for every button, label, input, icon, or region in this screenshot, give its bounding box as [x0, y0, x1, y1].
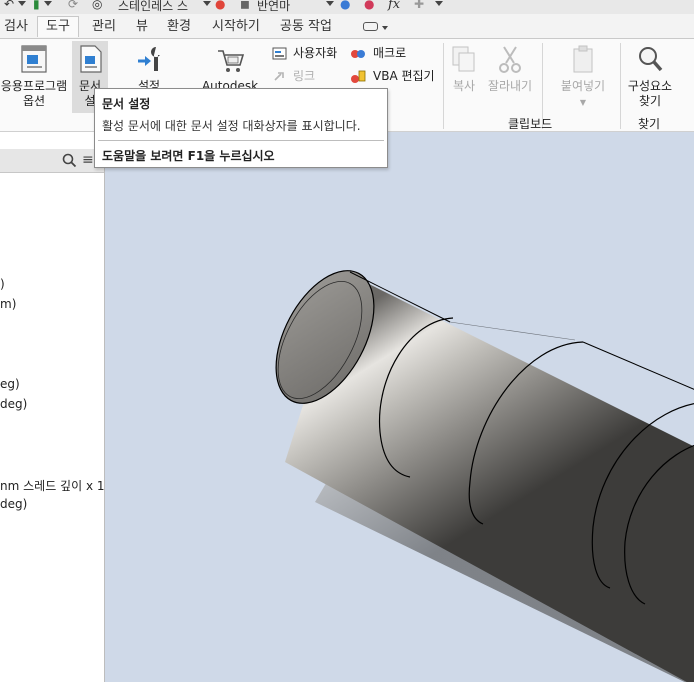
material-dropdown-icon[interactable]	[203, 1, 211, 6]
tooltip-help-text: 도움말을 보려면 F1을 누르십시오	[102, 149, 275, 163]
tab-collaborate[interactable]: 공동 작업	[272, 17, 340, 38]
appearance-select[interactable]: 반연마	[257, 0, 290, 13]
ribbon-separator-1	[443, 43, 444, 129]
link-button[interactable]: 링크	[272, 68, 315, 84]
browser-item[interactable]: deg)	[0, 397, 27, 411]
appearance-dropdown-icon[interactable]	[326, 1, 334, 6]
macro-label: 매크로	[373, 46, 407, 60]
panel-toggle-icon[interactable]	[363, 22, 378, 31]
browser-header: ≡	[0, 149, 104, 173]
browser-item[interactable]: m)	[0, 297, 16, 311]
app-options-label-2: 옵션	[22, 94, 46, 108]
ribbon-separator-3	[620, 43, 621, 129]
tooltip-description: 활성 문서에 대한 문서 설정 대화상자를 표시합니다.	[102, 119, 361, 133]
appearance-swatch-icon: ◼	[240, 0, 250, 11]
material-select[interactable]: 스테인레스 스	[118, 0, 188, 13]
tab-inspect[interactable]: 검사	[0, 17, 36, 38]
update-icon[interactable]: ⟳	[68, 0, 78, 11]
cut-button[interactable]: 잘라내기	[484, 43, 536, 94]
clipboard-icon	[573, 45, 593, 73]
cart-icon	[218, 50, 245, 72]
document-settings-tooltip: 문서 설정 활성 문서에 대한 문서 설정 대화상자를 표시합니다. 도움말을 …	[94, 88, 388, 168]
wrench-icon	[138, 47, 160, 71]
macro-button[interactable]: 매크로	[350, 45, 406, 61]
browser-menu-icon[interactable]: ≡	[82, 152, 94, 168]
graphics-viewport[interactable]	[105, 132, 694, 682]
customize-qat-dropdown-icon[interactable]	[435, 1, 443, 6]
shaft-model[interactable]	[105, 132, 694, 682]
app-options-icon	[21, 45, 47, 73]
document-settings-icon	[80, 45, 102, 73]
find-component-button[interactable]: 구성요소 찾기	[622, 43, 678, 109]
vba-editor-button[interactable]: VBA 편집기	[350, 68, 435, 85]
ribbon-tab-bar: 검사 도구 관리 뷰 환경 시작하기 공동 작업	[0, 14, 694, 38]
undo-icon[interactable]: ↶	[4, 0, 14, 11]
tab-get-started[interactable]: 시작하기	[204, 17, 268, 38]
paste-dropdown-icon[interactable]: ▼	[580, 98, 586, 107]
customize-label: 사용자화	[293, 46, 338, 60]
browser-item[interactable]: )	[0, 277, 5, 291]
model-browser-panel: ≡ ) m) eg) deg) nm 스레드 깊이 x 1 deg)	[0, 132, 105, 682]
add-icon[interactable]: ✚	[414, 0, 424, 11]
app-options-button[interactable]: 응용프로그램 옵션	[0, 43, 72, 109]
undo-dropdown-icon[interactable]	[18, 1, 26, 6]
clipboard-group-label: 클립보드	[508, 117, 553, 131]
macro-icon	[351, 49, 365, 58]
search-icon[interactable]	[62, 153, 77, 168]
browser-item[interactable]: eg)	[0, 377, 20, 391]
browser-item[interactable]: nm 스레드 깊이 x 1	[0, 477, 105, 494]
formula-icon[interactable]: fx	[388, 0, 400, 12]
vba-editor-label: VBA 편집기	[373, 69, 435, 83]
appearance-icon: ●	[215, 0, 226, 11]
tooltip-title: 문서 설정	[102, 97, 151, 111]
browser-item[interactable]: deg)	[0, 497, 27, 511]
copy-button[interactable]: 복사	[445, 43, 483, 94]
vba-icon	[351, 70, 366, 83]
tab-environments[interactable]: 환경	[159, 17, 199, 38]
new-dropdown-icon[interactable]	[44, 1, 52, 6]
link-label: 링크	[293, 69, 316, 83]
adjust-icon[interactable]: ●	[364, 0, 374, 11]
tab-tools[interactable]: 도구	[37, 16, 79, 37]
find-label-1: 구성요소	[627, 79, 673, 93]
settings-button[interactable]: 설정	[126, 43, 172, 94]
link-icon	[274, 71, 284, 81]
new-icon[interactable]: ▮	[33, 0, 40, 11]
app-options-label-1: 응용프로그램	[0, 79, 68, 93]
quick-access-toolbar: ↶ ▮ ⟳ ◎ 스테인레스 스 ● ◼ 반연마 ● ● fx ✚	[0, 0, 694, 14]
magnifier-icon	[639, 47, 663, 72]
material-icon: ◎	[92, 0, 103, 11]
clear-appearance-icon[interactable]: ●	[340, 0, 350, 11]
copy-icon	[452, 46, 475, 72]
scissors-icon	[499, 46, 521, 73]
customize-icon	[272, 47, 287, 59]
copy-label: 복사	[452, 79, 476, 93]
cut-label: 잘라내기	[487, 79, 533, 93]
tooltip-divider	[98, 140, 384, 141]
paste-button[interactable]: 붙여넣기 ▼	[556, 43, 610, 110]
autodesk-app-store-button[interactable]: Autodesk	[198, 43, 262, 94]
panel-toggle-dropdown-icon[interactable]	[382, 26, 388, 30]
tab-manage[interactable]: 관리	[84, 17, 124, 38]
paste-label: 붙여넣기	[560, 79, 606, 93]
tab-view[interactable]: 뷰	[128, 17, 156, 38]
customize-button[interactable]: 사용자화	[272, 45, 337, 61]
find-label-2: 찾기	[638, 94, 662, 108]
find-group-label: 찾기	[638, 117, 661, 131]
